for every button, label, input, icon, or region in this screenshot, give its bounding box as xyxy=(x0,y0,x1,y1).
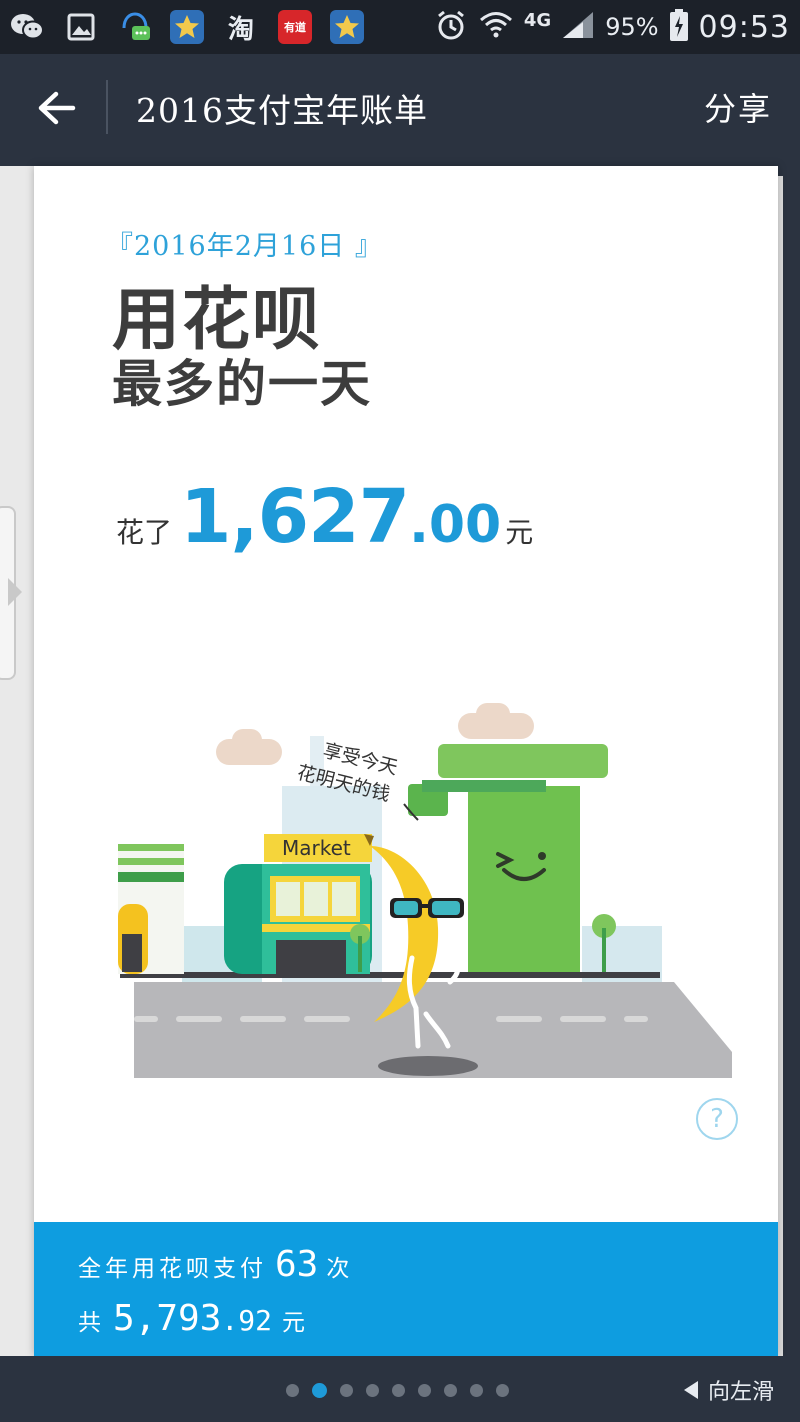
qq-icon xyxy=(118,10,152,44)
taobao-icon: 淘 xyxy=(227,14,254,45)
app-header: 2016支付宝年账单 分享 xyxy=(0,54,800,166)
network-type: 4G xyxy=(523,9,552,31)
gallery-icon xyxy=(64,10,98,44)
summary-total-decimal: .92 xyxy=(221,1304,272,1337)
arrow-left-icon xyxy=(38,91,76,125)
summary-total-prefix: 共 xyxy=(78,1310,105,1336)
wifi-icon xyxy=(478,8,514,46)
swipe-hint[interactable]: 向左滑 xyxy=(683,1374,774,1406)
share-button[interactable]: 分享 xyxy=(704,84,772,130)
page-dot[interactable] xyxy=(392,1384,405,1397)
battery-icon xyxy=(669,8,689,46)
clock: 09:53 xyxy=(698,9,790,45)
summary-count: 63 xyxy=(275,1244,319,1285)
amount-prefix: 花了 xyxy=(116,516,173,549)
date-label: 『2016年2月16日 』 xyxy=(106,231,383,262)
star-app-icon xyxy=(330,10,364,44)
bill-viewer[interactable]: 『2016年2月16日 』 用花呗 最多的一天 花了 1,627 .00 元 M… xyxy=(0,166,800,1356)
triangle-left-icon xyxy=(683,1381,698,1399)
star-app-icon xyxy=(170,10,204,44)
summary-total-line: 共 5,793 .92 元 xyxy=(78,1298,309,1339)
page-dot[interactable] xyxy=(340,1384,353,1397)
summary-count-line: 全年用花呗支付 63 次 xyxy=(78,1244,353,1285)
page-indicator-bar: 向左滑 xyxy=(0,1356,800,1422)
signal-icon xyxy=(561,10,595,44)
summary-count-suffix: 次 xyxy=(326,1256,354,1282)
bill-card: 『2016年2月16日 』 用花呗 最多的一天 花了 1,627 .00 元 M… xyxy=(34,166,778,1356)
year-summary: 全年用花呗支付 63 次 共 5,793 .92 元 xyxy=(34,1222,778,1356)
headline-secondary: 最多的一天 xyxy=(112,355,372,413)
chevron-right-icon xyxy=(8,578,22,606)
page-dot[interactable] xyxy=(418,1384,431,1397)
summary-total-suffix: 元 xyxy=(281,1310,309,1336)
amount-unit: 元 xyxy=(505,516,534,549)
previous-page-edge[interactable] xyxy=(0,166,35,1356)
status-bar: 淘 有道 4G 95% 09:53 xyxy=(0,0,800,54)
page-dot[interactable] xyxy=(312,1383,327,1398)
page-dot[interactable] xyxy=(286,1384,299,1397)
alarm-icon xyxy=(434,8,468,46)
page-dot[interactable] xyxy=(496,1384,509,1397)
page-dot[interactable] xyxy=(470,1384,483,1397)
wechat-icon xyxy=(10,10,44,44)
market-sign: Market xyxy=(282,836,351,860)
back-button[interactable] xyxy=(28,78,84,138)
summary-total-integer: 5,793 xyxy=(113,1298,222,1339)
help-icon[interactable]: ? xyxy=(696,1098,738,1140)
page-dot[interactable] xyxy=(444,1384,457,1397)
page-dot[interactable] xyxy=(366,1384,379,1397)
page-dots xyxy=(286,1383,509,1398)
youdao-icon: 有道 xyxy=(278,10,312,44)
summary-count-prefix: 全年用花呗支付 xyxy=(78,1256,267,1282)
amount-decimal: .00 xyxy=(409,495,502,555)
battery-percent: 95% xyxy=(605,13,659,41)
page-title: 2016支付宝年账单 xyxy=(136,91,428,130)
amount-row: 花了 1,627 .00 元 xyxy=(116,474,533,560)
banana-city-illustration: Market 享受今天 花明天的钱 xyxy=(118,703,732,1078)
header-divider xyxy=(106,80,108,134)
swipe-hint-label: 向左滑 xyxy=(707,1380,774,1405)
amount-integer: 1,627 xyxy=(180,474,410,560)
